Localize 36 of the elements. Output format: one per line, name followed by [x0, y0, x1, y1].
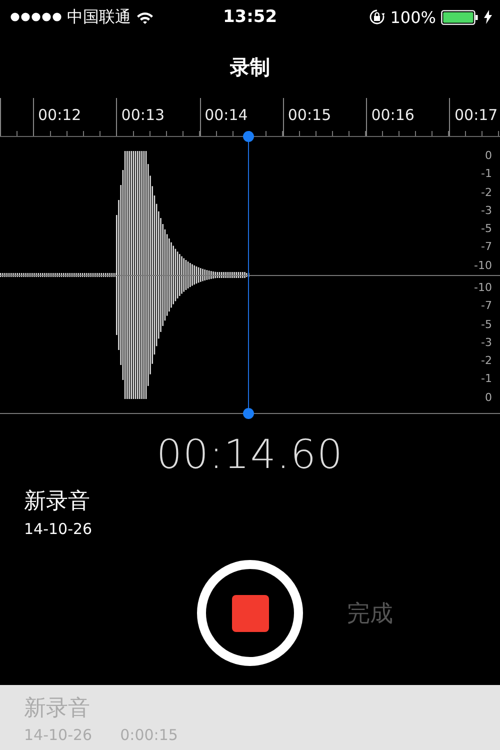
- level-scale-label: -7: [481, 239, 492, 256]
- battery-icon: [441, 10, 479, 24]
- level-scale-label: -10: [474, 258, 492, 274]
- battery-percent: 100%: [390, 8, 436, 26]
- level-scale-label: -10: [474, 280, 492, 296]
- level-scale-label: -5: [481, 316, 492, 333]
- memo-name: 新录音: [24, 695, 91, 723]
- elapsed-time: 00:14.60: [156, 432, 344, 478]
- recording-date: 14-10-26: [24, 520, 94, 538]
- level-scale-label: -2: [481, 353, 492, 370]
- timeline-label: 00:17: [454, 106, 498, 124]
- level-scale-label: -1: [481, 166, 492, 182]
- level-scale-label: -7: [481, 298, 492, 314]
- status-time: 13:52: [222, 7, 278, 27]
- level-scale-label: 0: [485, 148, 492, 164]
- level-scale-label: -2: [481, 184, 492, 201]
- timeline-label: 00:16: [371, 106, 414, 124]
- level-scale-label: 0: [485, 390, 492, 406]
- charging-icon: [484, 10, 492, 24]
- level-scale-label: -1: [481, 371, 492, 388]
- carrier-name: 中国联通: [67, 6, 131, 28]
- timeline-label: 00:15: [288, 106, 332, 124]
- memo-date: 14-10-26: [24, 726, 92, 744]
- level-scale-label: -3: [481, 334, 492, 351]
- level-scale-label: -5: [481, 221, 492, 238]
- rotation-lock-icon: [369, 9, 386, 25]
- level-scale-label: -3: [481, 202, 492, 219]
- timeline-label: 00:12: [38, 106, 82, 124]
- recording-name: 新录音: [24, 488, 91, 516]
- playhead[interactable]: [243, 131, 254, 419]
- signal-icon: [10, 12, 62, 22]
- wifi-icon: [136, 10, 154, 24]
- timeline-label: 00:13: [121, 106, 165, 124]
- timeline-label: 00:14: [204, 106, 248, 124]
- screen-title: 录制: [230, 54, 270, 81]
- memo-duration: 0:00:15: [120, 726, 178, 744]
